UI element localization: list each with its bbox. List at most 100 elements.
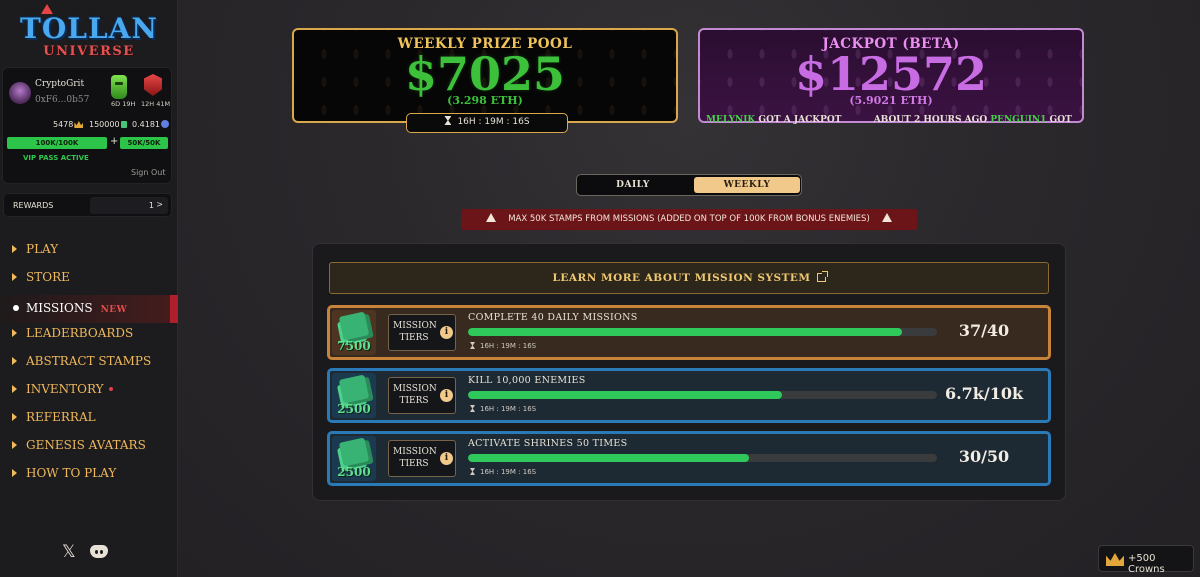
info-icon[interactable]: i: [440, 389, 453, 402]
nav-item-inventory[interactable]: INVENTORY: [0, 379, 178, 407]
nav-label: HOW TO PLAY: [26, 466, 117, 480]
mission-count: 37/40: [958, 321, 1010, 340]
mission-stamps-cap: 50K/50K: [120, 137, 168, 149]
weekly-pool-timer: 16H : 19M : 16S: [406, 113, 568, 133]
mission-row: 2500 MISSION TIERS i KILL 10,000 ENEMIES…: [327, 368, 1051, 423]
ticker-winner-name: MELYNIK: [706, 115, 756, 125]
nav-item-missions[interactable]: MISSIONS NEW: [0, 295, 178, 323]
mission-tiers-label: MISSION TIERS: [393, 384, 437, 406]
x-icon[interactable]: 𝕏: [62, 542, 76, 562]
mission-stamps-cap-text: 50K/50K: [127, 139, 161, 147]
arrow-right-icon: [12, 329, 17, 337]
wallet-address[interactable]: 0xF6...0b57: [35, 95, 89, 105]
active-dot-icon: [13, 305, 19, 311]
crowns-value: 5478: [53, 120, 74, 129]
period-toggle: DAILY WEEKLY: [576, 174, 802, 196]
jackpot-eth: (5.9021 ETH): [849, 94, 933, 107]
stamps-pile-icon: [338, 311, 370, 341]
tab-daily[interactable]: DAILY: [580, 177, 686, 193]
reward-amount: 2500: [337, 402, 371, 416]
stamps-value: 150000: [89, 120, 120, 129]
stamps-balance: 150000: [89, 120, 127, 129]
stamps-pile-icon: [338, 374, 370, 404]
hourglass-icon: [470, 468, 475, 475]
logo-title: TOLLAN: [20, 12, 158, 45]
profile-card: CryptoGrit 0xF6...0b57 6D 19H 12H 41M 54…: [2, 67, 172, 184]
logo-subtitle: UNIVERSE: [43, 44, 135, 59]
crowns-toast[interactable]: +500 Crowns: [1098, 545, 1194, 575]
hourglass-icon: [470, 405, 475, 412]
nav-item-referral[interactable]: REFERRAL: [0, 407, 178, 435]
ticker-text: GOT A JACKPOT: [755, 115, 842, 125]
discord-icon[interactable]: [90, 545, 108, 558]
eth-icon: [161, 120, 169, 128]
arrow-right-icon: [12, 385, 17, 393]
nav-item-leaderboards[interactable]: LEADERBOARDS: [0, 323, 178, 351]
warning-icon: [486, 213, 497, 222]
crown-icon: [74, 121, 84, 128]
tab-weekly[interactable]: WEEKLY: [694, 177, 800, 193]
mission-tiers-label: MISSION TIERS: [393, 447, 437, 469]
rewards-box[interactable]: 1 >: [90, 197, 168, 214]
bonus-stamps-cap-text: 100K/100K: [35, 139, 79, 147]
nav-item-how-to-play[interactable]: HOW TO PLAY: [0, 463, 178, 491]
hourglass-icon: [444, 116, 452, 125]
rewards-bar[interactable]: REWARDS 1 >: [3, 193, 172, 217]
mission-row: 7500 MISSION TIERS i COMPLETE 40 DAILY M…: [327, 305, 1051, 360]
mission-progress-fill: [468, 391, 783, 399]
mission-count: 30/50: [958, 447, 1010, 466]
nav-label: INVENTORY: [26, 382, 104, 396]
nav-item-genesis-avatars[interactable]: GENESIS AVATARS: [0, 435, 178, 463]
main-nav: PLAY STORE MISSIONS NEW LEADERBOARDS ABST…: [0, 239, 178, 491]
main-content: WEEKLY PRIZE POOL $7025 (3.298 ETH) 16H …: [178, 0, 1200, 577]
mission-tiers-button[interactable]: MISSION TIERS i: [388, 377, 456, 414]
warning-text: MAX 50K STAMPS FROM MISSIONS (ADDED ON T…: [508, 214, 870, 224]
red-shield-timer: 12H 41M: [141, 100, 171, 108]
mission-tiers-button[interactable]: MISSION TIERS i: [388, 314, 456, 351]
nav-label: ABSTRACT STAMPS: [26, 354, 152, 368]
mission-reward: 7500: [332, 310, 376, 355]
mission-timer: 16H : 19M : 16S: [470, 342, 536, 350]
bonus-stamps-cap: 100K/100K: [7, 137, 107, 149]
nav-item-play[interactable]: PLAY: [0, 239, 178, 267]
arrow-right-icon: [12, 441, 17, 449]
mission-tiers-label: MISSION TIERS: [393, 321, 437, 343]
arrow-right-icon: [12, 273, 17, 281]
sidebar: TOLLAN UNIVERSE CryptoGrit 0xF6...0b57 6…: [0, 0, 178, 577]
green-boost-badge-icon[interactable]: [111, 75, 127, 99]
toast-text: +500 Crowns: [1128, 553, 1165, 575]
vip-status: VIP PASS ACTIVE: [23, 154, 89, 162]
username: CryptoGrit: [35, 79, 85, 89]
crowns-balance: 5478: [53, 120, 84, 129]
nav-label: PLAY: [26, 242, 59, 256]
plus-sign: +: [110, 136, 119, 147]
tollan-logo[interactable]: TOLLAN UNIVERSE: [14, 4, 164, 64]
arrow-right-icon: [12, 413, 17, 421]
mission-row: 2500 MISSION TIERS i ACTIVATE SHRINES 50…: [327, 431, 1051, 486]
rewards-count: 1: [148, 201, 154, 210]
learn-more-label: LEARN MORE ABOUT MISSION SYSTEM: [552, 272, 811, 284]
sign-out-button[interactable]: Sign Out: [131, 168, 166, 177]
mission-title: ACTIVATE SHRINES 50 TIMES: [468, 438, 628, 449]
green-boost-timer: 6D 19H: [111, 100, 136, 108]
ticker-time: ABOUT 2 HOURS AGO: [873, 115, 988, 125]
nav-item-abstract-stamps[interactable]: ABSTRACT STAMPS: [0, 351, 178, 379]
ticker-text: GOT: [1046, 115, 1072, 125]
info-icon[interactable]: i: [440, 452, 453, 465]
info-icon[interactable]: i: [440, 326, 453, 339]
jackpot-card: JACKPOT (BETA) $12572 (5.9021 ETH) MELYN…: [698, 28, 1084, 125]
nav-label: REFERRAL: [26, 410, 96, 424]
mission-reward: 2500: [332, 436, 376, 481]
new-badge: NEW: [100, 305, 128, 315]
nav-item-store[interactable]: STORE: [0, 267, 178, 295]
learn-more-button[interactable]: LEARN MORE ABOUT MISSION SYSTEM: [329, 262, 1049, 294]
ticker-winner-name: PENGUIN1: [990, 115, 1047, 125]
hourglass-icon: [470, 342, 475, 349]
chevron-right-icon: >: [156, 200, 163, 209]
mission-title: KILL 10,000 ENEMIES: [468, 375, 586, 386]
notification-dot-icon: [108, 387, 113, 391]
red-shield-badge-icon[interactable]: [144, 74, 162, 96]
mission-timer-text: 16H : 19M : 16S: [480, 468, 537, 476]
mission-tiers-button[interactable]: MISSION TIERS i: [388, 440, 456, 477]
avatar[interactable]: [9, 82, 31, 104]
